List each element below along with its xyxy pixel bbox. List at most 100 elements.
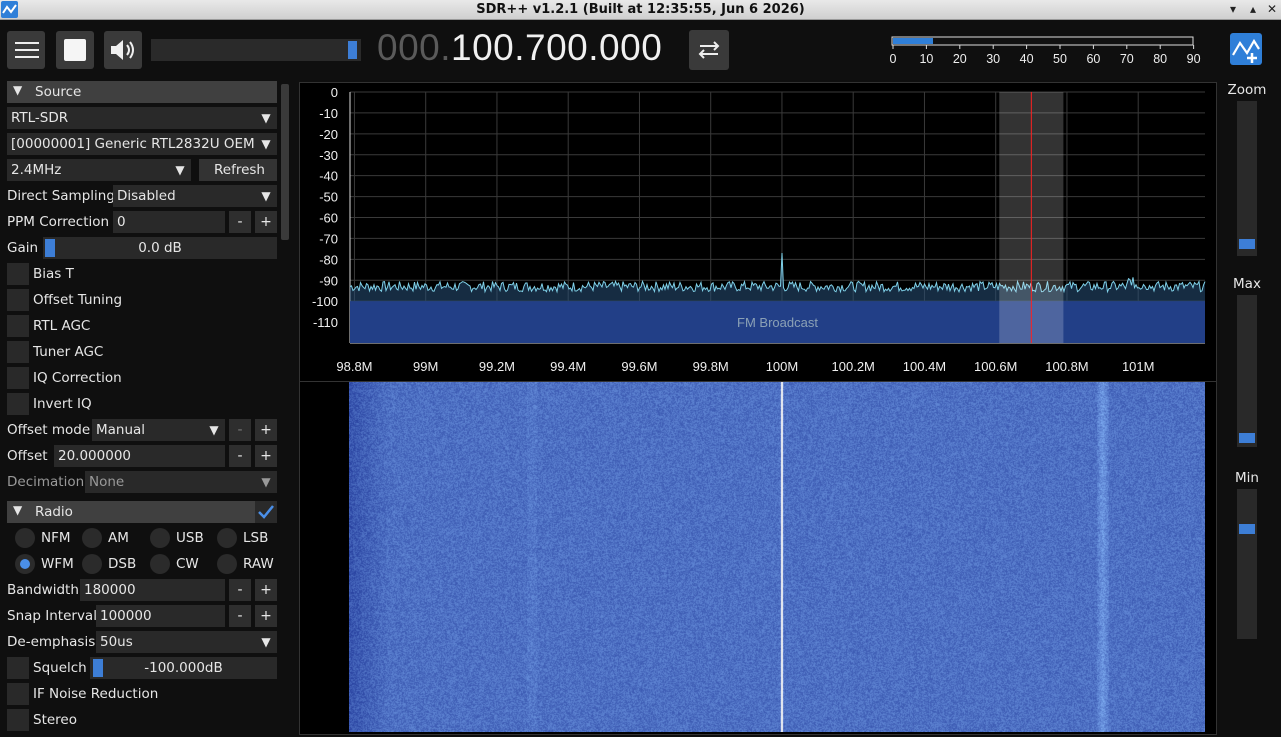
minimize-icon[interactable]: ▾ xyxy=(1222,0,1244,19)
squelch-slider[interactable]: -100.000dB xyxy=(90,657,277,679)
min-label: Min xyxy=(1227,470,1267,486)
offset-increment-button[interactable]: + xyxy=(255,445,277,467)
ppm-increment-button[interactable]: + xyxy=(255,211,277,233)
fft-y-tick-label: -10 xyxy=(319,106,338,121)
source-header-label: Source xyxy=(35,84,81,100)
mute-button[interactable] xyxy=(104,31,142,69)
fft-y-tick-label: -70 xyxy=(319,231,338,246)
ppm-input[interactable]: 0 xyxy=(113,211,225,233)
max-slider[interactable] xyxy=(1237,295,1257,447)
offset-input[interactable]: 20.000000 xyxy=(54,445,225,467)
max-slider-grab[interactable] xyxy=(1239,433,1255,443)
direct-sampling-select[interactable]: Disabled ▼ xyxy=(113,185,277,207)
if-noise-reduction-label: IF Noise Reduction xyxy=(33,686,158,702)
zoom-slider-grab[interactable] xyxy=(1239,239,1255,249)
offset-tuning-checkbox[interactable] xyxy=(7,289,29,311)
mode-radio-lsb[interactable] xyxy=(217,528,237,548)
offset-mode-select[interactable]: Manual ▼ xyxy=(92,419,225,441)
snap-increment-button[interactable]: + xyxy=(255,605,277,627)
fft-display[interactable]: 0 -10 -20 -30 -40 -50 -60 -70 -80 -90 -100 -110 98.8… xyxy=(299,82,1217,382)
waterfall-display[interactable] xyxy=(299,381,1217,735)
frequency-prefix[interactable]: 000. xyxy=(377,27,451,68)
mode-radio-raw[interactable] xyxy=(217,554,237,574)
frequency-main[interactable]: 100.700.000 xyxy=(451,27,662,68)
sdrpp-logo-icon[interactable] xyxy=(1230,33,1262,65)
gain-label: Gain xyxy=(7,240,38,256)
sample-rate-select[interactable]: 2.4MHz ▼ xyxy=(7,159,191,181)
source-header[interactable]: ▼ Source xyxy=(7,81,277,103)
bandwidth-decrement-button[interactable]: - xyxy=(229,579,251,601)
snap-decrement-button[interactable]: - xyxy=(229,605,251,627)
waterfall-canvas[interactable] xyxy=(349,382,1205,732)
stop-button[interactable] xyxy=(56,31,94,69)
snr-tick-label: 20 xyxy=(953,52,967,66)
bandwidth-input[interactable]: 180000 xyxy=(80,579,225,601)
mode-radio-wfm[interactable] xyxy=(15,554,35,574)
decimation-label: Decimation xyxy=(7,474,84,490)
frequency-display[interactable]: 000.100.700.000 xyxy=(377,27,662,69)
fft-x-tick-label: 100.8M xyxy=(1045,359,1088,374)
tuner-agc-checkbox[interactable] xyxy=(7,341,29,363)
menu-button[interactable] xyxy=(7,31,45,69)
source-type-value: RTL-SDR xyxy=(11,110,68,126)
source-type-select[interactable]: RTL-SDR ▼ xyxy=(7,107,277,129)
squelch-label: Squelch xyxy=(33,660,87,676)
deemphasis-value: 50us xyxy=(100,634,133,650)
bandwidth-increment-button[interactable]: + xyxy=(255,579,277,601)
mode-label-wfm: WFM xyxy=(41,556,74,572)
device-select[interactable]: [00000001] Generic RTL2832U OEM ▼ xyxy=(7,133,277,155)
stereo-label: Stereo xyxy=(33,712,77,728)
stereo-checkbox[interactable] xyxy=(7,709,29,731)
mode-radio-cw[interactable] xyxy=(150,554,170,574)
fft-plot[interactable]: 0 -10 -20 -30 -40 -50 -60 -70 -80 -90 -100 -110 98.8… xyxy=(300,83,1216,381)
left-panel-scrollbar[interactable] xyxy=(281,84,289,240)
fft-y-tick-label: -20 xyxy=(319,127,338,142)
snap-interval-value: 100000 xyxy=(100,608,152,624)
iq-correction-checkbox[interactable] xyxy=(7,367,29,389)
volume-slider-grab[interactable] xyxy=(348,41,357,59)
close-icon[interactable]: ✕ xyxy=(1261,0,1281,19)
rtl-agc-checkbox[interactable] xyxy=(7,315,29,337)
mode-radio-dsb[interactable] xyxy=(82,554,102,574)
offset-mode-increment-button[interactable]: + xyxy=(255,419,277,441)
collapse-triangle-icon: ▼ xyxy=(13,503,22,517)
fft-y-tick-label: -40 xyxy=(319,169,338,184)
snr-tick-label: 10 xyxy=(919,52,933,66)
invert-iq-checkbox[interactable] xyxy=(7,393,29,415)
ppm-decrement-button[interactable]: - xyxy=(229,211,251,233)
min-slider-grab[interactable] xyxy=(1239,524,1255,534)
mode-radio-usb[interactable] xyxy=(150,528,170,548)
snr-tick-label: 40 xyxy=(1020,52,1034,66)
snap-interval-input[interactable]: 100000 xyxy=(96,605,225,627)
fft-y-tick-label: -90 xyxy=(319,273,338,288)
mode-label-am: AM xyxy=(108,530,129,546)
fft-x-tick-label: 99.8M xyxy=(693,359,729,374)
bias-t-checkbox[interactable] xyxy=(7,263,29,285)
chevron-down-icon: ▼ xyxy=(255,133,277,155)
direct-sampling-value: Disabled xyxy=(117,188,176,204)
offset-mode-decrement-button[interactable]: - xyxy=(229,419,251,441)
volume-slider[interactable] xyxy=(151,39,361,61)
radio-header[interactable]: ▼ Radio xyxy=(7,501,255,523)
zoom-slider[interactable] xyxy=(1237,101,1257,256)
if-noise-reduction-checkbox[interactable] xyxy=(7,683,29,705)
mode-label-raw: RAW xyxy=(243,556,274,572)
min-slider[interactable] xyxy=(1237,489,1257,639)
deemphasis-select[interactable]: 50us ▼ xyxy=(96,631,277,653)
mode-radio-am[interactable] xyxy=(82,528,102,548)
chevron-down-icon: ▼ xyxy=(255,471,277,493)
tuning-mode-button[interactable] xyxy=(689,30,729,70)
refresh-label: Refresh xyxy=(214,162,265,178)
squelch-checkbox[interactable] xyxy=(7,657,29,679)
offset-mode-label: Offset mode xyxy=(7,422,90,438)
decimation-select[interactable]: None ▼ xyxy=(85,471,277,493)
bandwidth-label: Bandwidth xyxy=(7,582,79,598)
radio-enable-checkbox[interactable] xyxy=(255,501,277,523)
fft-y-tick-label: -100 xyxy=(312,294,338,309)
mode-label-lsb: LSB xyxy=(243,530,268,546)
refresh-button[interactable]: Refresh xyxy=(199,159,277,181)
gain-slider[interactable]: 0.0 dB xyxy=(43,237,277,259)
offset-decrement-button[interactable]: - xyxy=(229,445,251,467)
collapse-triangle-icon: ▼ xyxy=(13,83,22,97)
mode-radio-nfm[interactable] xyxy=(15,528,35,548)
